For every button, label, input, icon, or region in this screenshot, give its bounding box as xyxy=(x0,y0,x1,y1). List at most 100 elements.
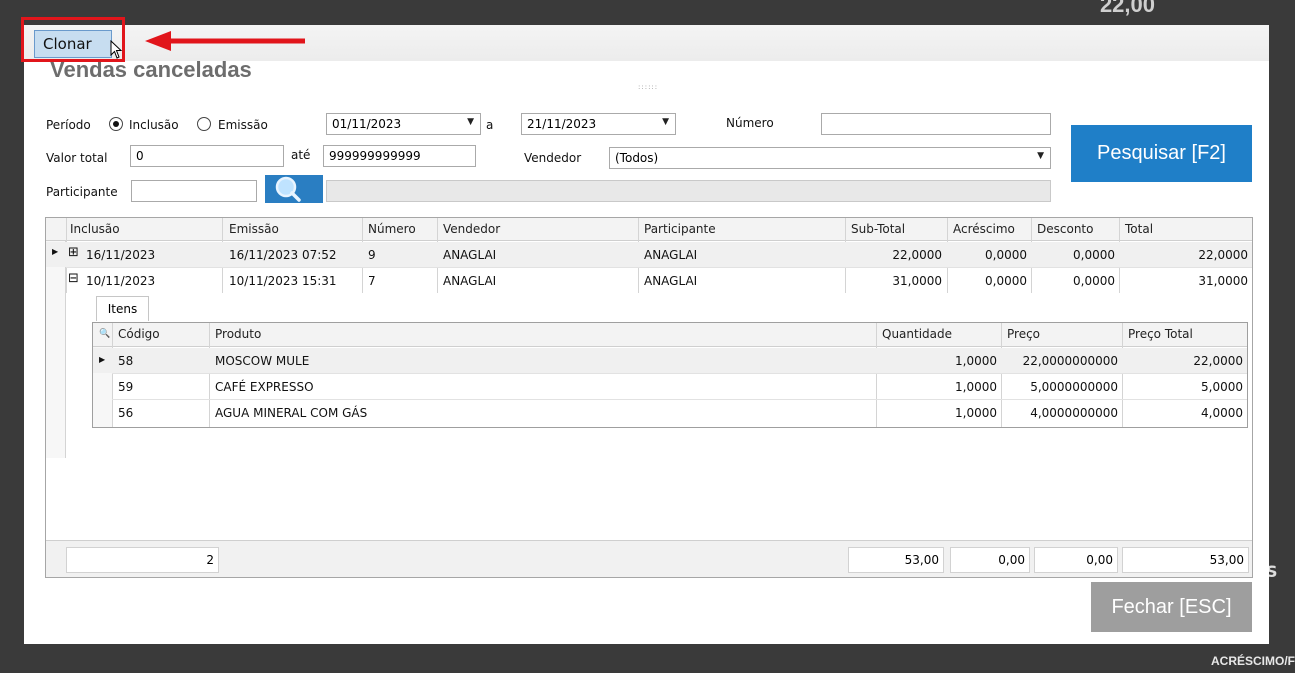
col-produto[interactable]: Produto xyxy=(215,327,261,341)
col-vendedor[interactable]: Vendedor xyxy=(443,222,500,236)
number-input[interactable] xyxy=(821,113,1051,135)
seller-label: Vendedor xyxy=(524,151,582,165)
total-from-input[interactable]: 0 xyxy=(130,145,284,167)
footer-count: 2 xyxy=(66,547,219,573)
cell-emissao: 16/11/2023 07:52 xyxy=(229,248,337,262)
col-inclusao[interactable]: Inclusão xyxy=(70,222,120,236)
chevron-down-icon[interactable]: ▼ xyxy=(467,117,474,127)
close-button[interactable]: Fechar [ESC] xyxy=(1091,582,1252,632)
participant-search-button[interactable] xyxy=(265,175,323,203)
date-to-combo[interactable]: 21/11/2023 ▼ xyxy=(521,113,676,135)
cell-codigo: 58 xyxy=(118,354,134,368)
footer-acrescimo: 0,00 xyxy=(950,547,1030,573)
until-label: até xyxy=(291,148,311,162)
col-desconto[interactable]: Desconto xyxy=(1037,222,1093,236)
mouse-cursor-icon xyxy=(110,40,123,59)
cell-preco-total: 4,0000 xyxy=(1201,406,1243,420)
cell-preco: 5,0000000000 xyxy=(1030,380,1118,394)
date-range-separator: a xyxy=(486,118,494,132)
cell-acrescimo: 0,0000 xyxy=(985,248,1027,262)
items-subgrid: 🔍 Código Produto Quantidade Preço Preço … xyxy=(92,322,1248,428)
row-pointer-icon: ▶ xyxy=(52,247,59,256)
footer-subtotal: 53,00 xyxy=(848,547,944,573)
table-row[interactable]: ⊟ 10/11/2023 10/11/2023 15:31 7 ANAGLAI … xyxy=(46,268,1252,293)
cell-participante: ANAGLAI xyxy=(644,274,698,288)
cell-total: 31,0000 xyxy=(1198,274,1248,288)
radio-emission-label[interactable]: Emissão xyxy=(218,118,268,132)
col-preco[interactable]: Preço xyxy=(1007,327,1040,341)
participant-name-display xyxy=(326,180,1051,202)
page-title: Vendas canceladas xyxy=(50,57,252,82)
number-label: Número xyxy=(726,116,774,130)
cell-produto: MOSCOW MULE xyxy=(215,354,310,368)
cell-quantidade: 1,0000 xyxy=(955,380,997,394)
col-participante[interactable]: Participante xyxy=(644,222,716,236)
collapse-icon[interactable]: ⊟ xyxy=(68,271,79,286)
tab-itens[interactable]: Itens xyxy=(96,296,149,321)
sales-grid: Inclusão Emissão Número Vendedor Partici… xyxy=(45,217,1253,578)
cell-quantidade: 1,0000 xyxy=(955,406,997,420)
footer-desconto: 0,00 xyxy=(1034,547,1118,573)
cell-inclusao: 10/11/2023 xyxy=(86,274,156,288)
radio-inclusion-label[interactable]: Inclusão xyxy=(129,118,179,132)
list-item[interactable]: 59 CAFÉ EXPRESSO 1,0000 5,0000000000 5,0… xyxy=(93,374,1247,399)
cell-desconto: 0,0000 xyxy=(1073,248,1115,262)
participant-input[interactable] xyxy=(131,180,257,202)
row-pointer-icon: ▶ xyxy=(99,355,106,364)
cell-preco: 22,0000000000 xyxy=(1022,354,1118,368)
col-quantidade[interactable]: Quantidade xyxy=(882,327,952,341)
cell-codigo: 59 xyxy=(118,380,134,394)
date-to-value: 21/11/2023 xyxy=(527,117,597,131)
col-total[interactable]: Total xyxy=(1125,222,1153,236)
col-numero[interactable]: Número xyxy=(368,222,416,236)
cell-preco-total: 22,0000 xyxy=(1193,354,1243,368)
grid-footer: 2 53,00 0,00 0,00 53,00 xyxy=(46,540,1252,577)
date-from-value: 01/11/2023 xyxy=(332,117,402,131)
cell-subtotal: 22,0000 xyxy=(892,248,942,262)
cell-vendedor: ANAGLAI xyxy=(443,274,497,288)
cell-preco-total: 5,0000 xyxy=(1201,380,1243,394)
grid-header: Inclusão Emissão Número Vendedor Partici… xyxy=(46,218,1252,241)
col-acrescimo[interactable]: Acréscimo xyxy=(953,222,1015,236)
col-emissao[interactable]: Emissão xyxy=(229,222,279,236)
table-row[interactable]: ▶ ⊞ 16/11/2023 16/11/2023 07:52 9 ANAGLA… xyxy=(46,242,1252,267)
expand-icon[interactable]: ⊞ xyxy=(68,245,79,260)
radio-inclusion[interactable] xyxy=(109,117,123,131)
subgrid-header: 🔍 Código Produto Quantidade Preço Preço … xyxy=(93,323,1247,347)
list-item[interactable]: ▶ 58 MOSCOW MULE 1,0000 22,0000000000 22… xyxy=(93,348,1247,373)
period-label: Período xyxy=(46,118,91,132)
cell-numero: 9 xyxy=(368,248,376,262)
cell-participante: ANAGLAI xyxy=(644,248,698,262)
cell-desconto: 0,0000 xyxy=(1073,274,1115,288)
chevron-down-icon[interactable]: ▼ xyxy=(662,117,669,127)
col-subtotal[interactable]: Sub-Total xyxy=(851,222,905,236)
seller-value: (Todos) xyxy=(615,151,659,165)
cell-codigo: 56 xyxy=(118,406,134,420)
list-item[interactable]: 56 AGUA MINERAL COM GÁS 1,0000 4,0000000… xyxy=(93,400,1247,425)
filter-search-icon[interactable]: 🔍 xyxy=(99,329,110,339)
cell-produto: CAFÉ EXPRESSO xyxy=(215,380,314,394)
resize-grip[interactable]: :::::: xyxy=(638,83,658,91)
total-to-input[interactable]: 999999999999 xyxy=(323,145,476,167)
radio-emission[interactable] xyxy=(197,117,211,131)
cell-inclusao: 16/11/2023 xyxy=(86,248,156,262)
col-codigo[interactable]: Código xyxy=(118,327,160,341)
cell-vendedor: ANAGLAI xyxy=(443,248,497,262)
cell-quantidade: 1,0000 xyxy=(955,354,997,368)
seller-combo[interactable]: (Todos) ▼ xyxy=(609,147,1051,169)
clone-button[interactable]: Clonar xyxy=(34,30,112,58)
date-from-combo[interactable]: 01/11/2023 ▼ xyxy=(326,113,481,135)
cell-subtotal: 31,0000 xyxy=(892,274,942,288)
footer-total: 53,00 xyxy=(1122,547,1249,573)
col-preco-total[interactable]: Preço Total xyxy=(1128,327,1193,341)
cell-acrescimo: 0,0000 xyxy=(985,274,1027,288)
search-button[interactable]: Pesquisar [F2] xyxy=(1071,125,1252,182)
cell-emissao: 10/11/2023 15:31 xyxy=(229,274,337,288)
participant-label: Participante xyxy=(46,185,118,199)
red-arrow-icon xyxy=(145,31,305,51)
background-bottom-label: ACRÉSCIMO/F xyxy=(1211,654,1295,668)
cell-total: 22,0000 xyxy=(1198,248,1248,262)
total-value-label: Valor total xyxy=(46,151,108,165)
chevron-down-icon[interactable]: ▼ xyxy=(1037,151,1044,161)
cell-preco: 4,0000000000 xyxy=(1030,406,1118,420)
